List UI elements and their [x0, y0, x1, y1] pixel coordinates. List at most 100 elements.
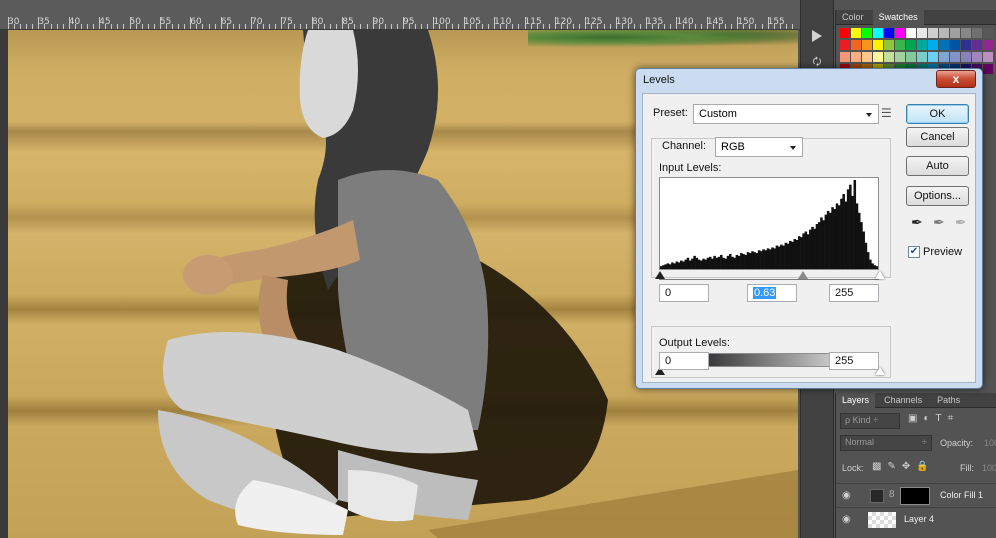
preset-value: Custom [699, 108, 737, 120]
color-swatch[interactable] [862, 52, 872, 62]
gray-eyedropper-icon[interactable]: ✒ [933, 214, 945, 231]
input-gamma-slider[interactable] [798, 271, 808, 279]
color-swatch[interactable] [917, 28, 927, 38]
histogram-plot [660, 180, 879, 269]
histogram-bar [795, 239, 799, 269]
lock-icons[interactable]: ▩✎✥🔒 [872, 461, 935, 472]
ok-button[interactable]: OK [906, 104, 969, 124]
color-swatch[interactable] [840, 52, 850, 62]
color-swatch[interactable] [851, 28, 861, 38]
ruler-tick [166, 24, 167, 29]
histogram-bar [711, 258, 714, 269]
fill-value[interactable]: 100 [982, 463, 996, 473]
color-swatch[interactable] [983, 52, 993, 62]
color-swatch[interactable] [851, 40, 861, 50]
tab-swatches[interactable]: Swatches [872, 10, 924, 25]
tab-color[interactable]: Color [836, 10, 870, 25]
tab-layers[interactable]: Layers [836, 393, 876, 408]
color-swatch[interactable] [906, 40, 916, 50]
layer-filter-icons[interactable]: ▣◐T⌗ [908, 413, 959, 424]
color-swatch[interactable] [917, 52, 927, 62]
blend-mode-select[interactable]: Normal ÷ [840, 435, 932, 451]
layer-row-color-fill[interactable]: ◉ 8 Color Fill 1 [836, 483, 996, 507]
color-swatch[interactable] [928, 28, 938, 38]
histogram-bar [733, 257, 736, 269]
color-swatch[interactable] [939, 28, 949, 38]
color-swatch[interactable] [928, 40, 938, 50]
input-white-slider[interactable] [875, 271, 885, 279]
color-swatch[interactable] [917, 40, 927, 50]
ruler-tick [433, 17, 435, 29]
input-gamma-field[interactable]: 0.63 [747, 284, 797, 302]
input-black-field[interactable]: 0 [659, 284, 709, 302]
options-button[interactable]: Options... [906, 186, 969, 206]
input-white-field[interactable]: 255 [829, 284, 879, 302]
chevron-down-icon [866, 113, 872, 117]
color-swatch[interactable] [840, 40, 850, 50]
ruler-tick [178, 24, 180, 29]
preset-options-icon[interactable]: ☰ [881, 106, 892, 120]
auto-button[interactable]: Auto [906, 156, 969, 176]
color-swatch[interactable] [972, 28, 982, 38]
output-black-field[interactable]: 0 [659, 352, 709, 370]
color-swatch[interactable] [884, 28, 894, 38]
color-swatch[interactable] [906, 52, 916, 62]
ruler-tick [627, 24, 629, 29]
color-swatch[interactable] [895, 52, 905, 62]
color-swatch[interactable] [873, 40, 883, 50]
color-swatch[interactable] [950, 40, 960, 50]
ruler-tick [469, 24, 471, 29]
color-swatch[interactable] [972, 40, 982, 50]
ruler-tick [129, 17, 131, 29]
color-swatch[interactable] [961, 28, 971, 38]
opacity-value[interactable]: 100 [984, 438, 996, 448]
color-swatch[interactable] [950, 52, 960, 62]
histogram-bar [773, 248, 776, 269]
color-swatch[interactable] [862, 28, 872, 38]
color-swatch[interactable] [840, 28, 850, 38]
ruler-tick [74, 24, 76, 29]
color-swatch[interactable] [950, 28, 960, 38]
play-icon[interactable] [812, 30, 822, 42]
color-swatch[interactable] [895, 28, 905, 38]
preset-select[interactable]: Custom [693, 104, 879, 124]
tab-channels[interactable]: Channels [878, 393, 928, 408]
color-swatch[interactable] [972, 52, 982, 62]
white-eyedropper-icon[interactable]: ✒ [955, 214, 967, 231]
cancel-button[interactable]: Cancel [906, 127, 969, 147]
color-swatch[interactable] [895, 40, 905, 50]
ruler-label: 135 [646, 17, 664, 27]
color-swatch[interactable] [939, 40, 949, 50]
color-swatch[interactable] [939, 52, 949, 62]
color-swatch[interactable] [873, 28, 883, 38]
color-swatch[interactable] [884, 52, 894, 62]
color-swatch[interactable] [928, 52, 938, 62]
color-swatch[interactable] [873, 52, 883, 62]
layer-filter-kind[interactable]: ρ Kind ÷ [840, 413, 900, 429]
layer-row-layer-4[interactable]: ◉ Layer 4 [836, 507, 996, 531]
color-swatch[interactable] [983, 28, 993, 38]
output-white-field[interactable]: 255 [829, 352, 879, 370]
color-swatch[interactable] [961, 52, 971, 62]
eye-icon[interactable]: ◉ [842, 490, 851, 501]
histogram-bar [777, 246, 781, 269]
color-swatch[interactable] [851, 52, 861, 62]
eye-icon[interactable]: ◉ [842, 514, 851, 525]
color-swatch[interactable] [862, 40, 872, 50]
color-swatch[interactable] [961, 40, 971, 50]
histogram-bar [815, 224, 819, 269]
tool-strip-icon-1[interactable]: 🗘 [808, 55, 826, 69]
channel-select[interactable]: RGB [715, 137, 803, 157]
color-swatch[interactable] [906, 28, 916, 38]
color-swatch[interactable] [983, 64, 993, 74]
preview-checkbox[interactable]: ✔ [908, 246, 920, 258]
tab-paths[interactable]: Paths [931, 393, 966, 408]
color-swatch[interactable] [983, 40, 993, 50]
ruler-tick [208, 24, 210, 29]
histogram-bar [835, 203, 839, 269]
input-black-slider[interactable] [655, 271, 665, 279]
black-eyedropper-icon[interactable]: ✒ [911, 214, 923, 231]
close-button[interactable]: x [936, 70, 976, 88]
histogram-bar [686, 257, 690, 269]
color-swatch[interactable] [884, 40, 894, 50]
